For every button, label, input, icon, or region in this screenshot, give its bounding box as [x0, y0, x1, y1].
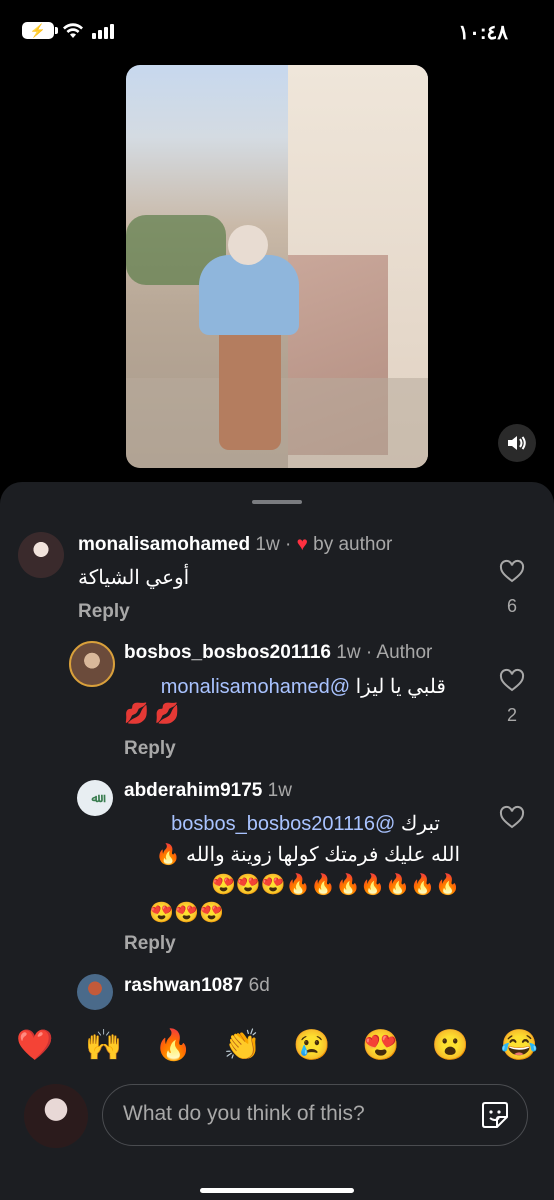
- reaction-clap[interactable]: 👏: [224, 1028, 261, 1063]
- comment-input-box[interactable]: [102, 1084, 528, 1146]
- comment-composer: [0, 1070, 554, 1200]
- avatar[interactable]: [77, 974, 113, 1010]
- comment-body: تبرك: [400, 813, 440, 835]
- reaction-heart[interactable]: ❤️: [16, 1028, 53, 1063]
- reaction-laugh[interactable]: 😂: [501, 1028, 538, 1063]
- reaction-wow[interactable]: 😮: [431, 1028, 468, 1063]
- reply-button[interactable]: Reply: [124, 738, 176, 760]
- status-icons: ⚡: [22, 22, 114, 39]
- reaction-heart-eyes[interactable]: 😍: [362, 1028, 399, 1063]
- sheet-drag-handle[interactable]: [252, 500, 302, 504]
- mention-link[interactable]: @bosbos_bosbos201116: [171, 813, 395, 835]
- comment-author[interactable]: monalisamohamed 1w · ♥ by author: [78, 534, 392, 556]
- reply-button[interactable]: Reply: [78, 601, 130, 623]
- like-count: 6: [506, 596, 517, 616]
- battery-icon: ⚡: [22, 22, 58, 39]
- username[interactable]: abderahim9175: [124, 780, 262, 801]
- comment-time: 1w · Author: [336, 642, 433, 663]
- my-avatar[interactable]: [24, 1084, 88, 1148]
- sticker-icon[interactable]: [479, 1099, 511, 1131]
- like-icon[interactable]: [499, 668, 525, 694]
- status-bar: ⚡ ١٠:٤٨: [0, 0, 554, 60]
- comment-time: 6d: [248, 975, 270, 996]
- wifi-icon: [63, 22, 83, 38]
- separator-dot: ·: [284, 534, 292, 555]
- comment-author[interactable]: rashwan1087 6d: [124, 975, 270, 997]
- speaker-icon: [508, 436, 526, 450]
- comment-text-line: 🔥🔥🔥🔥🔥🔥🔥😍😍😍: [210, 874, 460, 896]
- status-time: ١٠:٤٨: [458, 22, 508, 44]
- home-indicator: [200, 1188, 354, 1193]
- post-media[interactable]: [126, 65, 428, 468]
- avatar[interactable]: [69, 641, 115, 687]
- comment-body: قلبي يا ليزا: [355, 676, 446, 698]
- media-figure-legs: [219, 325, 281, 450]
- username[interactable]: monalisamohamed: [78, 534, 250, 555]
- quick-reactions-bar: ❤️ 🙌 🔥 👏 😢 😍 😮 😂: [0, 1020, 554, 1070]
- comment-time: 1w: [255, 534, 280, 555]
- reaction-cry[interactable]: 😢: [293, 1028, 330, 1063]
- comment-emojis: 💋 💋: [124, 703, 180, 725]
- author-like-badge: by author: [313, 534, 393, 555]
- comment-text-line: الله عليك فرمتك كولها زوينة والله 🔥: [155, 844, 460, 866]
- username[interactable]: rashwan1087: [124, 975, 243, 996]
- comment-author[interactable]: abderahim9175 1w: [124, 780, 292, 802]
- reaction-fire[interactable]: 🔥: [154, 1028, 191, 1063]
- comment-time: 1w: [267, 780, 292, 801]
- avatar[interactable]: [18, 532, 64, 578]
- reply-button[interactable]: Reply: [124, 933, 176, 955]
- signal-icon: [92, 23, 114, 39]
- like-icon[interactable]: [499, 805, 525, 831]
- media-figure-head: [228, 225, 268, 265]
- comment-text: تبرك @bosbos_bosbos201116: [124, 809, 440, 840]
- comment-text-line: 😍😍😍: [149, 902, 224, 924]
- avatar[interactable]: ﷲ: [77, 780, 113, 816]
- comment-author[interactable]: bosbos_bosbos201116 1w · Author: [124, 642, 432, 664]
- username[interactable]: bosbos_bosbos201116: [124, 642, 331, 663]
- like-count: 2: [506, 705, 517, 725]
- comment-input[interactable]: [121, 1101, 465, 1127]
- mention-link[interactable]: @monalisamohamed: [161, 676, 350, 698]
- sound-toggle-button[interactable]: [498, 424, 536, 462]
- heart-icon: ♥: [296, 534, 308, 555]
- comment-text: أوعي الشياكة: [78, 567, 190, 589]
- media-figure-top: [199, 255, 299, 335]
- reaction-raised-hands[interactable]: 🙌: [85, 1028, 122, 1063]
- like-icon[interactable]: [499, 559, 525, 585]
